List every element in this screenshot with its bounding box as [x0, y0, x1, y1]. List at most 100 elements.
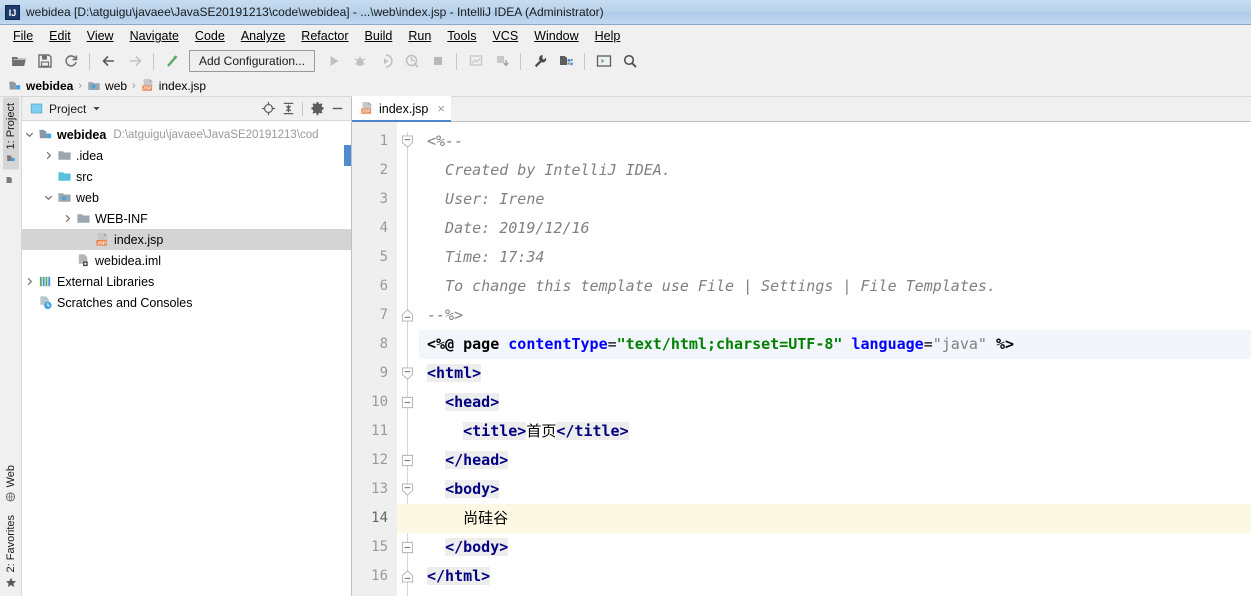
sidebar-label-project: 1: Project [4, 103, 17, 150]
structure-icon[interactable] [5, 169, 17, 194]
menu-edit[interactable]: Edit [41, 27, 79, 45]
chevron-down-icon[interactable] [92, 104, 101, 113]
toolbar-separator-3 [456, 52, 458, 70]
tree-row-webideaiml[interactable]: webidea.iml [22, 250, 351, 271]
line-number: 11 [371, 423, 388, 439]
menu-view[interactable]: View [79, 27, 122, 45]
tree-row-webidea[interactable]: webidea D:\atguigu\javaee\JavaSE20191213… [22, 124, 351, 145]
settings-wrench-icon[interactable] [527, 49, 552, 73]
sidebar-label-web: Web [5, 465, 17, 488]
menu-file[interactable]: File [5, 27, 41, 45]
update-project-icon[interactable] [160, 49, 185, 73]
folder-icon [56, 148, 73, 163]
settings-gear-icon[interactable] [307, 99, 327, 119]
tree-row-indexjsp[interactable]: JSP index.jsp [22, 229, 351, 250]
back-arrow-icon[interactable] [96, 49, 121, 73]
open-folder-icon[interactable] [6, 49, 31, 73]
menu-run[interactable]: Run [400, 27, 439, 45]
menu-help[interactable]: Help [587, 27, 629, 45]
fold-end-icon[interactable] [401, 309, 414, 322]
code-line-7: --%> [419, 301, 1251, 330]
fold-end-icon-head[interactable] [401, 454, 414, 467]
menu-refactor[interactable]: Refactor [293, 27, 356, 45]
code-folding-gutter[interactable] [397, 122, 419, 596]
fold-start-icon-html[interactable] [401, 367, 414, 380]
code-line-14-text: 尚硅谷 [427, 509, 509, 527]
menu-analyze[interactable]: Analyze [233, 27, 293, 45]
fold-start-icon[interactable] [401, 135, 414, 148]
sidebar-item-project[interactable]: 1: Project [2, 97, 19, 170]
terminal-icon[interactable] [591, 49, 616, 73]
tree-label-indexjsp: index.jsp [114, 232, 164, 247]
sidebar-item-web[interactable]: Web [3, 459, 19, 508]
stop-icon [425, 49, 450, 73]
line-number: 7 [379, 307, 388, 323]
menu-navigate-label: Navigate [129, 29, 179, 43]
menu-navigate[interactable]: Navigate [122, 27, 187, 45]
breadcrumb-item-indexjsp[interactable]: JSP index.jsp [141, 78, 206, 93]
libraries-icon [37, 274, 54, 289]
fold-end-icon-html[interactable] [401, 570, 414, 583]
line-number-current: 14 [371, 510, 388, 526]
tree-row-web[interactable]: web [22, 187, 351, 208]
fold-start-icon-body[interactable] [401, 483, 414, 496]
expand-arrow-down-icon-web[interactable] [41, 193, 56, 202]
scratches-icon [37, 295, 54, 310]
code-line-8: <%@ page contentType="text/html;charset=… [419, 330, 1251, 359]
save-all-icon[interactable] [32, 49, 57, 73]
expand-arrow-right-icon-libs[interactable] [22, 277, 37, 286]
project-panel-header: Project [22, 97, 351, 121]
menu-bar: File Edit View Navigate Code Analyze Ref… [0, 25, 1251, 47]
menu-vcs-label: VCS [492, 29, 519, 43]
expand-arrow-right-icon-webinf[interactable] [60, 214, 75, 223]
locate-target-icon[interactable] [258, 99, 278, 119]
code-line-14: 尚硅谷 [419, 504, 1251, 533]
search-everywhere-icon[interactable] [617, 49, 642, 73]
main-body: 1: Project Web 2: Favorites Project webi… [0, 96, 1251, 596]
fold-row-12 [397, 446, 419, 475]
code-line-13-text: <body> [445, 480, 500, 498]
code-line-10-text: <head> [445, 393, 500, 411]
run-configuration-selector[interactable]: Add Configuration... [189, 50, 316, 72]
line-number: 16 [371, 568, 388, 584]
close-icon[interactable]: × [437, 101, 445, 116]
menu-build[interactable]: Build [357, 27, 401, 45]
line-number: 10 [371, 394, 388, 410]
line-number: 8 [379, 336, 388, 352]
code-line-11: <title>首页</title> [419, 417, 1251, 446]
editor-tab-indexjsp[interactable]: JSP index.jsp × [352, 96, 451, 122]
code-text-area[interactable]: <%-- Created by IntelliJ IDEA. User: Ire… [419, 122, 1251, 596]
fold-row-9 [397, 359, 419, 388]
expand-arrow-right-icon[interactable] [41, 151, 56, 160]
hide-panel-icon[interactable] [327, 99, 347, 119]
breadcrumb-item-web[interactable]: web [87, 79, 127, 93]
project-structure-icon[interactable] [553, 49, 578, 73]
collapse-all-icon[interactable] [278, 99, 298, 119]
tree-row-scratches[interactable]: Scratches and Consoles [22, 292, 351, 313]
sync-icon[interactable] [58, 49, 83, 73]
tree-label-scratches: Scratches and Consoles [57, 295, 193, 310]
fold-row-4 [397, 214, 419, 243]
breadcrumb-item-webidea[interactable]: webidea [8, 79, 73, 93]
menu-window[interactable]: Window [526, 27, 586, 45]
tree-row-idea[interactable]: .idea [22, 145, 351, 166]
code-editor[interactable]: 1 2 3 4 5 6 7 8 9 10 11 12 13 14 15 16 <… [352, 122, 1251, 596]
menu-vcs[interactable]: VCS [484, 27, 526, 45]
tree-label-webidea: webidea [57, 127, 107, 142]
breadcrumb-label-indexjsp: index.jsp [158, 78, 207, 93]
web-folder-icon [56, 190, 73, 205]
code-line-7-text: --%> [427, 306, 464, 324]
tree-row-src[interactable]: src [22, 166, 351, 187]
tree-row-webinf[interactable]: WEB-INF [22, 208, 351, 229]
fold-row-8 [397, 330, 419, 359]
sidebar-item-favorites[interactable]: 2: Favorites [3, 509, 19, 594]
tree-row-external-libraries[interactable]: External Libraries [22, 271, 351, 292]
project-panel-scrollbar[interactable] [344, 145, 351, 166]
fold-end-icon-body[interactable] [401, 541, 414, 554]
menu-code[interactable]: Code [187, 27, 233, 45]
menu-tools[interactable]: Tools [439, 27, 484, 45]
code-line-16: </html> [419, 562, 1251, 591]
window-title-bar: IJ webidea [D:\atguigu\javaee\JavaSE2019… [0, 0, 1251, 25]
fold-start-icon-head[interactable] [401, 396, 414, 409]
expand-arrow-down-icon[interactable] [22, 130, 37, 139]
